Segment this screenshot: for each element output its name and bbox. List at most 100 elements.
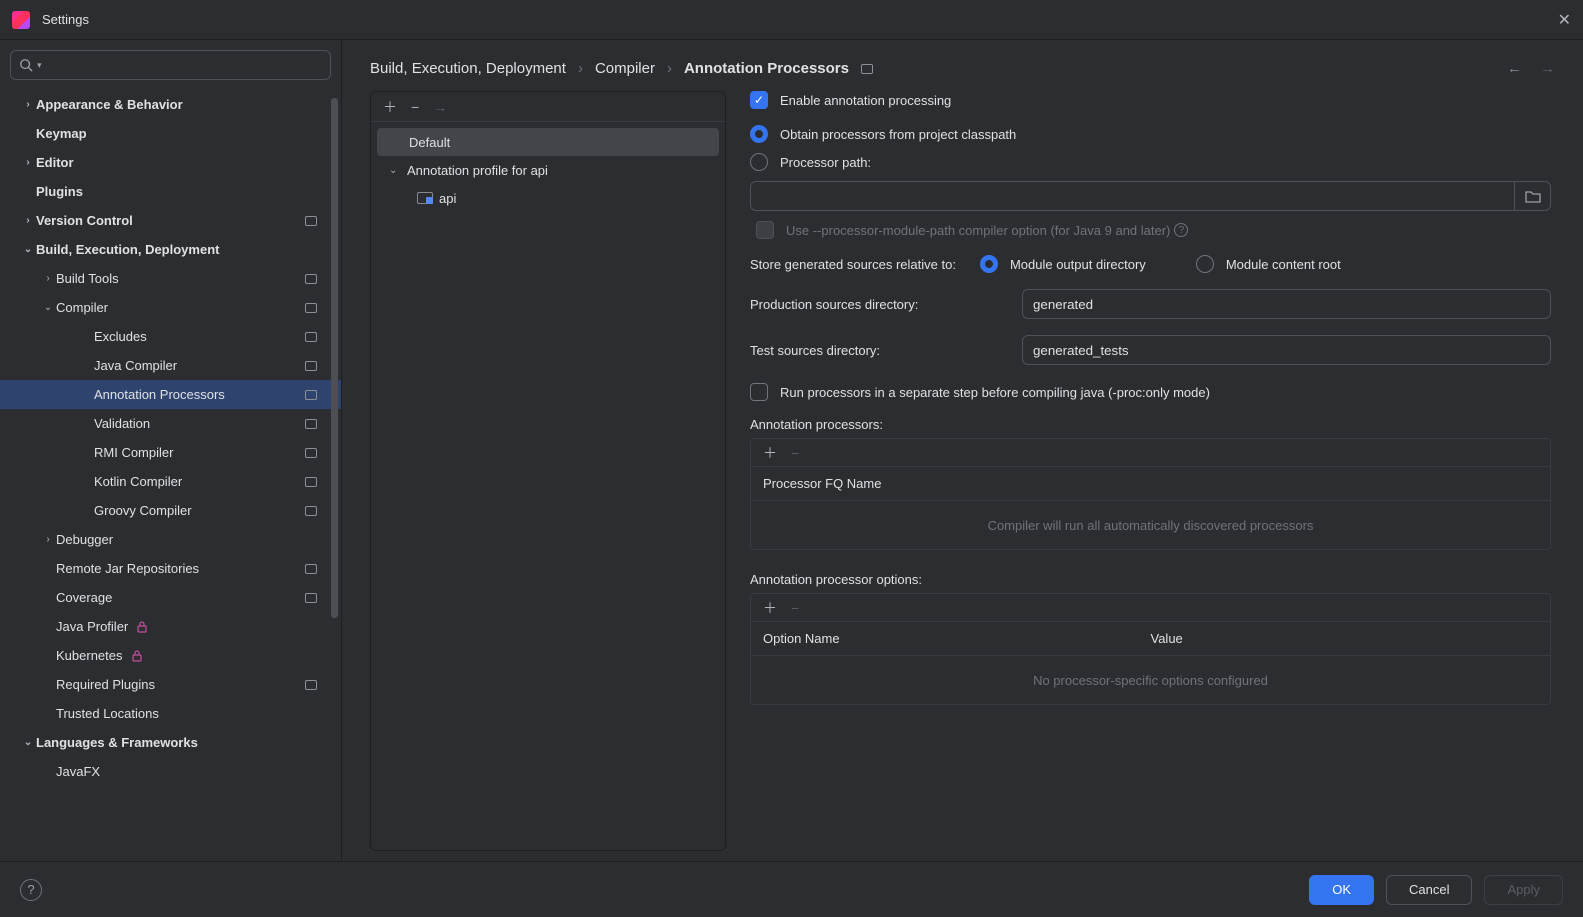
test-sources-input[interactable] (1022, 335, 1551, 365)
settings-tree[interactable]: ›Appearance & BehaviorKeymap›EditorPlugi… (0, 90, 341, 861)
chevron-right-icon: › (667, 60, 672, 77)
sidebar-item[interactable]: Plugins (0, 177, 341, 206)
project-scope-icon (305, 419, 317, 429)
add-icon[interactable]: ＋ (383, 97, 397, 117)
help-icon[interactable]: ? (1174, 223, 1188, 237)
add-icon[interactable]: ＋ (763, 598, 777, 618)
project-scope-icon (305, 593, 317, 603)
profile-module-api[interactable]: api (377, 184, 719, 212)
sidebar-item[interactable]: ⌄Build, Execution, Deployment (0, 235, 341, 264)
sidebar-item[interactable]: ›Editor (0, 148, 341, 177)
sidebar-item[interactable]: Java Compiler (0, 351, 341, 380)
breadcrumb-item[interactable]: Compiler (595, 60, 655, 77)
browse-folder-icon[interactable] (1515, 181, 1551, 211)
module-icon (417, 192, 433, 204)
sidebar-item[interactable]: Kubernetes (0, 641, 341, 670)
opt-section-label: Annotation processor options: (750, 572, 1551, 587)
profile-api[interactable]: ⌄ Annotation profile for api (377, 156, 719, 184)
add-icon[interactable]: ＋ (763, 443, 777, 463)
project-scope-icon (305, 274, 317, 284)
opt-col-name: Option Name (763, 631, 1151, 646)
module-output-radio[interactable] (980, 255, 998, 273)
sidebar-item[interactable]: ›Appearance & Behavior (0, 90, 341, 119)
sidebar-item[interactable]: Validation (0, 409, 341, 438)
sidebar-item[interactable]: ⌄Compiler (0, 293, 341, 322)
sidebar-item[interactable]: Keymap (0, 119, 341, 148)
ap-section-label: Annotation processors: (750, 417, 1551, 432)
apply-button: Apply (1484, 875, 1563, 905)
sidebar-item[interactable]: Kotlin Compiler (0, 467, 341, 496)
sidebar-item-label: Remote Jar Repositories (56, 561, 199, 576)
sidebar-item[interactable]: Groovy Compiler (0, 496, 341, 525)
sidebar-item-label: Trusted Locations (56, 706, 159, 721)
move-to-icon: → (433, 99, 447, 115)
sidebar-item-label: JavaFX (56, 764, 100, 779)
settings-sidebar: ▾ ›Appearance & BehaviorKeymap›EditorPlu… (0, 40, 342, 861)
close-icon[interactable]: ✕ (1558, 10, 1571, 30)
sidebar-item[interactable]: Excludes (0, 322, 341, 351)
sidebar-item-label: RMI Compiler (94, 445, 173, 460)
sidebar-item[interactable]: Remote Jar Repositories (0, 554, 341, 583)
sidebar-item[interactable]: Annotation Processors (0, 380, 341, 409)
sidebar-item[interactable]: Coverage (0, 583, 341, 612)
profile-label: Annotation profile for api (407, 163, 548, 178)
breadcrumb-current: Annotation Processors (684, 60, 849, 77)
processor-path-input[interactable] (750, 181, 1515, 211)
nav-back-icon[interactable]: ← (1507, 60, 1522, 77)
sidebar-item[interactable]: Java Profiler (0, 612, 341, 641)
breadcrumb-item[interactable]: Build, Execution, Deployment (370, 60, 566, 77)
chevron-down-icon: ⌄ (389, 165, 407, 176)
sidebar-item[interactable]: JavaFX (0, 757, 341, 786)
sidebar-item-label: Languages & Frameworks (36, 735, 198, 750)
remove-icon: − (791, 445, 799, 461)
sidebar-item-label: Build Tools (56, 271, 119, 286)
opt-empty-text: No processor-specific options configured (751, 656, 1550, 704)
ok-button[interactable]: OK (1309, 875, 1374, 905)
obtain-classpath-radio[interactable] (750, 125, 768, 143)
help-button[interactable]: ? (20, 879, 42, 901)
processor-path-radio[interactable] (750, 153, 768, 171)
chevron-icon: ⌄ (20, 737, 36, 748)
search-input[interactable]: ▾ (10, 50, 331, 80)
sidebar-item-label: Debugger (56, 532, 113, 547)
processor-path-label: Processor path: (780, 155, 871, 170)
project-scope-icon (305, 390, 317, 400)
sidebar-item-label: Coverage (56, 590, 112, 605)
cancel-button[interactable]: Cancel (1386, 875, 1472, 905)
ap-empty-text: Compiler will run all automatically disc… (751, 501, 1550, 549)
obtain-classpath-label: Obtain processors from project classpath (780, 127, 1016, 142)
prod-sources-input[interactable] (1022, 289, 1551, 319)
test-sources-label: Test sources directory: (750, 343, 1010, 358)
sidebar-scrollbar[interactable] (331, 98, 338, 861)
profile-default[interactable]: Default (377, 128, 719, 156)
module-output-label: Module output directory (1010, 257, 1146, 272)
sidebar-item[interactable]: ›Debugger (0, 525, 341, 554)
sidebar-item[interactable]: RMI Compiler (0, 438, 341, 467)
sidebar-item-label: Build, Execution, Deployment (36, 242, 219, 257)
project-scope-icon (305, 506, 317, 516)
project-scope-icon (861, 64, 873, 74)
remove-icon[interactable]: − (411, 99, 419, 115)
sidebar-item[interactable]: Required Plugins (0, 670, 341, 699)
chevron-icon: › (20, 157, 36, 168)
separate-step-checkbox[interactable] (750, 383, 768, 401)
chevron-right-icon: › (578, 60, 583, 77)
chevron-icon: ⌄ (40, 302, 56, 313)
sidebar-item[interactable]: ›Build Tools (0, 264, 341, 293)
enable-ap-checkbox[interactable]: ✓ (750, 91, 768, 109)
module-content-label: Module content root (1226, 257, 1341, 272)
sidebar-item-label: Kubernetes (56, 648, 123, 663)
separate-step-label: Run processors in a separate step before… (780, 385, 1210, 400)
sidebar-item-label: Appearance & Behavior (36, 97, 183, 112)
sidebar-item[interactable]: ⌄Languages & Frameworks (0, 728, 341, 757)
sidebar-item-label: Groovy Compiler (94, 503, 192, 518)
sidebar-item-label: Java Compiler (94, 358, 177, 373)
sidebar-item[interactable]: ›Version Control (0, 206, 341, 235)
profile-label: Default (409, 135, 450, 150)
dialog-footer: ? OK Cancel Apply (0, 861, 1583, 917)
sidebar-item[interactable]: Trusted Locations (0, 699, 341, 728)
nav-forward-icon[interactable]: → (1540, 60, 1555, 77)
chevron-icon: › (20, 99, 36, 110)
module-content-radio[interactable] (1196, 255, 1214, 273)
project-scope-icon (305, 332, 317, 342)
